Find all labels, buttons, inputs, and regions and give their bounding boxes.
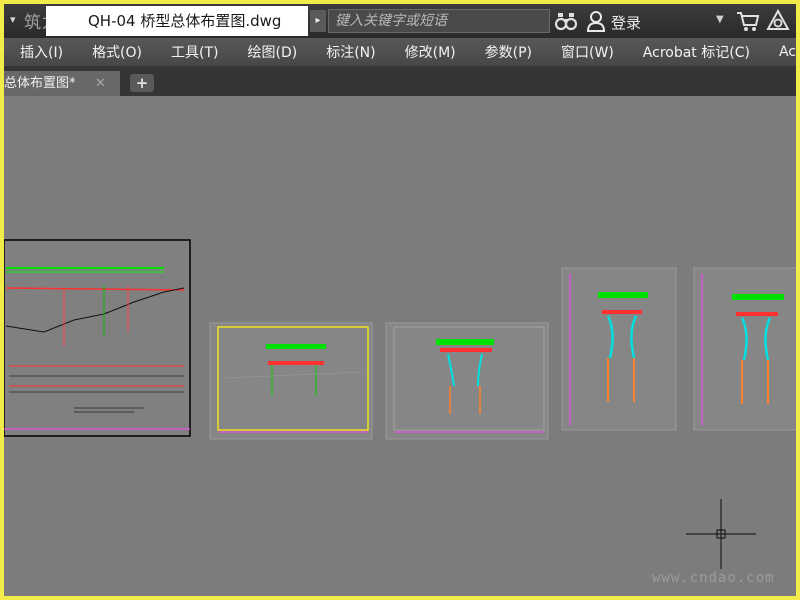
layout-sheet-2 — [209, 322, 373, 440]
layout-thumbnails — [4, 239, 796, 440]
login-link[interactable]: 登录 — [611, 12, 641, 33]
autocad-window: ▾ 筑龙网 QH-04 桥型总体布置图.dwg ▸ 登录 ▼ — [4, 4, 796, 596]
tab-drawing[interactable]: 总体布置图* ✕ — [4, 71, 120, 96]
drawing-canvas[interactable]: www.cndao.com — [4, 96, 796, 596]
menu-acrobat[interactable]: Ac — [779, 44, 796, 60]
a360-icon[interactable] — [766, 9, 790, 33]
layout-sheet-1 — [4, 239, 191, 437]
menu-modify[interactable]: 修改(M) — [405, 42, 456, 62]
menu-parameters[interactable]: 参数(P) — [485, 42, 532, 62]
menu-dimension[interactable]: 标注(N) — [326, 42, 375, 62]
menu-window[interactable]: 窗口(W) — [561, 42, 614, 62]
user-icon[interactable] — [586, 10, 606, 32]
close-icon[interactable]: ✕ — [95, 71, 106, 96]
login-dropdown-icon[interactable]: ▼ — [716, 14, 724, 25]
cart-icon[interactable] — [736, 10, 760, 32]
document-title-text: QH-04 桥型总体布置图.dwg — [88, 12, 282, 30]
menu-acrobat-markup[interactable]: Acrobat 标记(C) — [643, 42, 750, 62]
document-title: QH-04 桥型总体布置图.dwg — [46, 6, 308, 36]
tab-drawing-label: 总体布置图* — [4, 76, 76, 91]
quick-access-dropdown-icon[interactable]: ▾ — [10, 13, 16, 26]
menu-insert[interactable]: 插入(I) — [20, 42, 63, 62]
menu-draw[interactable]: 绘图(D) — [248, 42, 298, 62]
file-tab-bar: 总体布置图* ✕ + — [4, 66, 796, 96]
menu-format[interactable]: 格式(O) — [92, 42, 142, 62]
search-input[interactable] — [328, 9, 550, 33]
menu-bar: 插入(I) 格式(O) 工具(T) 绘图(D) 标注(N) 修改(M) 参数(P… — [4, 38, 796, 66]
binoculars-icon[interactable] — [555, 10, 577, 32]
layout-sheet-4 — [561, 267, 677, 431]
layout-sheet-5 — [693, 267, 796, 431]
new-tab-button[interactable]: + — [130, 74, 154, 92]
title-bar: ▾ 筑龙网 QH-04 桥型总体布置图.dwg ▸ 登录 ▼ — [4, 4, 796, 38]
layout-sheet-3 — [385, 322, 549, 440]
menu-tools[interactable]: 工具(T) — [171, 42, 218, 62]
watermark-url: www.cndao.com — [652, 570, 775, 586]
crosshair-cursor-icon — [686, 499, 756, 569]
search-expand-arrow[interactable]: ▸ — [310, 10, 326, 32]
